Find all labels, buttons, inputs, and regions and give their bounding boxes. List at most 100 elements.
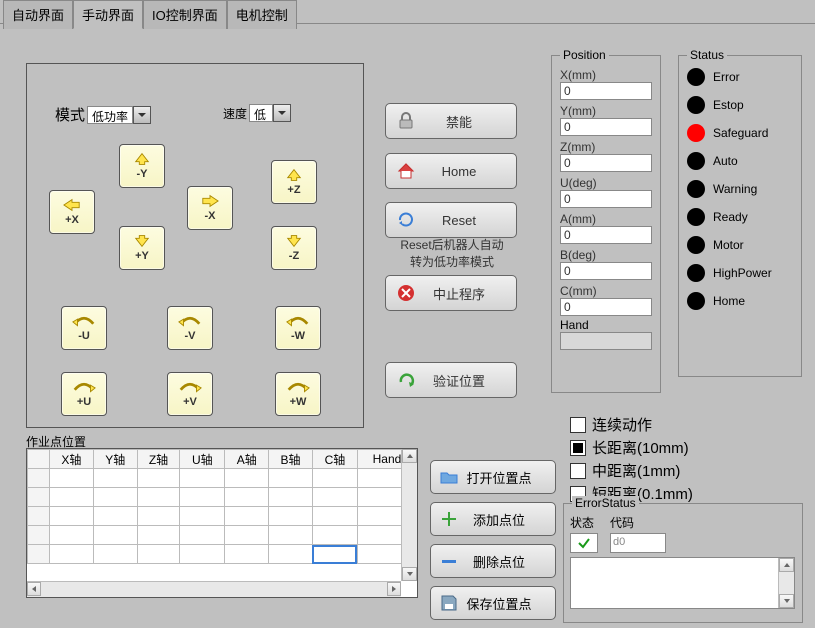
- table-cell[interactable]: [93, 469, 137, 488]
- step-option-0[interactable]: 连续动作: [570, 414, 693, 435]
- row-header: [28, 545, 50, 564]
- table-cell[interactable]: [225, 488, 269, 507]
- error-state-label: 状态: [570, 514, 598, 531]
- disable-button[interactable]: 禁能: [385, 103, 517, 139]
- table-cell[interactable]: [225, 526, 269, 545]
- jog-plus-w-button[interactable]: +W: [275, 372, 321, 416]
- table-cell[interactable]: [269, 469, 313, 488]
- jog-plus-x-button[interactable]: +X: [49, 190, 95, 234]
- table-cell[interactable]: [225, 507, 269, 526]
- workpoint-table[interactable]: X轴Y轴Z轴U轴A轴B轴C轴Hand: [26, 448, 418, 598]
- jog-plus-v-button[interactable]: +V: [167, 372, 213, 416]
- table-cell[interactable]: [137, 488, 180, 507]
- jog-plus-y-button[interactable]: +Y: [119, 226, 165, 270]
- step-option-1[interactable]: 长距离(10mm): [570, 437, 693, 458]
- table-cell[interactable]: [180, 545, 225, 564]
- verify-position-button[interactable]: 验证位置: [385, 362, 517, 398]
- table-cell[interactable]: [137, 526, 180, 545]
- col-header: U轴: [180, 450, 225, 469]
- jog-minus-x-button[interactable]: -X: [187, 186, 233, 230]
- table-cell[interactable]: [137, 507, 180, 526]
- table-cell[interactable]: [137, 469, 180, 488]
- abort-button[interactable]: 中止程序: [385, 275, 517, 311]
- table-cell[interactable]: [50, 507, 94, 526]
- table-cell[interactable]: [312, 469, 357, 488]
- tab-io[interactable]: IO控制界面: [143, 0, 227, 29]
- error-status-title: ErrorStatus: [572, 496, 639, 510]
- open-points-button[interactable]: 打开位置点: [430, 460, 556, 494]
- reset-button[interactable]: Reset: [385, 202, 517, 238]
- checkbox-icon[interactable]: [570, 417, 586, 433]
- status-row-safeguard: Safeguard: [687, 124, 795, 142]
- add-point-button[interactable]: 添加点位: [430, 502, 556, 536]
- table-cell[interactable]: [269, 507, 313, 526]
- jog-minus-v-button[interactable]: -V: [167, 306, 213, 350]
- table-cell[interactable]: [50, 488, 94, 507]
- table-cell[interactable]: [312, 488, 357, 507]
- table-cell[interactable]: [312, 545, 357, 564]
- row-header: [28, 469, 50, 488]
- table-cell[interactable]: [180, 507, 225, 526]
- jog-minus-z-button[interactable]: -Z: [271, 226, 317, 270]
- table-cell[interactable]: [180, 488, 225, 507]
- table-vscrollbar[interactable]: [401, 449, 417, 581]
- col-header: Z轴: [137, 450, 180, 469]
- table-cell[interactable]: [93, 526, 137, 545]
- error-status-group: ErrorStatus 状态 代码 d0: [563, 503, 803, 623]
- table-cell[interactable]: [180, 469, 225, 488]
- table-cell[interactable]: [225, 469, 269, 488]
- table-cell[interactable]: [269, 488, 313, 507]
- error-text-area[interactable]: [570, 557, 795, 609]
- home-button[interactable]: Home: [385, 153, 517, 189]
- jog-minus-y-button[interactable]: -Y: [119, 144, 165, 188]
- table-cell[interactable]: [50, 545, 94, 564]
- jog-plus-u-button[interactable]: +U: [61, 372, 107, 416]
- jog-panel: 模式 低功率 速度 低 -Y +X -X +Y +Z -Z: [26, 63, 364, 428]
- status-row-estop: Estop: [687, 96, 795, 114]
- status-dot-icon: [687, 292, 705, 310]
- pos-label-2: Z(mm): [560, 140, 652, 154]
- mode-dropdown-button[interactable]: [133, 106, 151, 124]
- table-cell[interactable]: [312, 526, 357, 545]
- checkbox-icon[interactable]: [570, 463, 586, 479]
- reset-note: Reset后机器人自动 转为低功率模式: [387, 237, 517, 271]
- save-points-button[interactable]: 保存位置点: [430, 586, 556, 620]
- delete-point-button[interactable]: 删除点位: [430, 544, 556, 578]
- pos-label-3: U(deg): [560, 176, 652, 190]
- scroll-down-button[interactable]: [779, 594, 794, 608]
- jog-plus-z-button[interactable]: +Z: [271, 160, 317, 204]
- position-group: Position X(mm) 0Y(mm) 0Z(mm) 0U(deg) 0A(…: [551, 55, 661, 393]
- error-code-label: 代码: [610, 514, 666, 531]
- scroll-up-button[interactable]: [779, 558, 794, 572]
- table-cell[interactable]: [93, 545, 137, 564]
- jog-minus-u-button[interactable]: -U: [61, 306, 107, 350]
- tab-manual[interactable]: 手动界面: [73, 0, 143, 29]
- table-cell[interactable]: [269, 545, 313, 564]
- pos-label-0: X(mm): [560, 68, 652, 82]
- speed-dropdown-button[interactable]: [273, 104, 291, 122]
- col-header: B轴: [269, 450, 313, 469]
- pos-label-4: A(mm): [560, 212, 652, 226]
- tab-motor[interactable]: 电机控制: [227, 0, 297, 29]
- table-cell[interactable]: [50, 526, 94, 545]
- status-dot-icon: [687, 124, 705, 142]
- status-row-home: Home: [687, 292, 795, 310]
- jog-minus-w-button[interactable]: -W: [275, 306, 321, 350]
- error-text-scrollbar[interactable]: [778, 558, 794, 608]
- tab-auto[interactable]: 自动界面: [3, 0, 73, 29]
- table-cell[interactable]: [93, 507, 137, 526]
- table-hscrollbar[interactable]: [27, 581, 401, 597]
- arrow-up-icon: [133, 152, 151, 166]
- table-cell[interactable]: [50, 469, 94, 488]
- checkbox-icon[interactable]: [570, 440, 586, 456]
- arrow-left-icon: [63, 198, 81, 212]
- table-cell[interactable]: [137, 545, 180, 564]
- table-cell[interactable]: [225, 545, 269, 564]
- table-cell[interactable]: [180, 526, 225, 545]
- mode-value: 低功率: [87, 106, 133, 124]
- table-cell[interactable]: [93, 488, 137, 507]
- table-cell[interactable]: [312, 507, 357, 526]
- table-cell[interactable]: [269, 526, 313, 545]
- error-state-indicator: [570, 533, 598, 553]
- step-option-2[interactable]: 中距离(1mm): [570, 460, 693, 481]
